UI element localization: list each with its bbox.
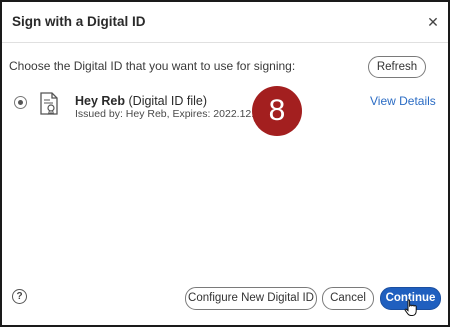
step-number-badge: 8 xyxy=(252,86,302,136)
view-details-link[interactable]: View Details xyxy=(370,94,436,108)
sign-dialog: Sign with a Digital ID ✕ Choose the Digi… xyxy=(0,0,450,327)
title-divider xyxy=(2,42,448,43)
radio-selected-dot xyxy=(18,100,23,105)
hand-cursor-icon xyxy=(404,299,417,316)
cancel-button[interactable]: Cancel xyxy=(322,287,374,310)
refresh-button[interactable]: Refresh xyxy=(368,56,426,78)
instruction-text: Choose the Digital ID that you want to u… xyxy=(9,59,296,73)
certificate-icon xyxy=(40,92,58,115)
digital-id-owner: Hey Reb xyxy=(75,94,126,108)
help-icon[interactable]: ? xyxy=(12,289,27,304)
digital-id-type: (Digital ID file) xyxy=(128,94,208,108)
close-icon[interactable]: ✕ xyxy=(424,13,442,31)
dialog-titlebar: Sign with a Digital ID ✕ xyxy=(2,2,448,42)
digital-id-issuer: Issued by: Hey Reb, Expires: 2022.12.28 xyxy=(75,108,266,120)
digital-id-radio[interactable] xyxy=(14,96,27,109)
configure-new-digital-id-button[interactable]: Configure New Digital ID xyxy=(185,287,317,310)
dialog-title: Sign with a Digital ID xyxy=(12,14,146,29)
digital-id-name: Hey Reb (Digital ID file) xyxy=(75,94,207,108)
